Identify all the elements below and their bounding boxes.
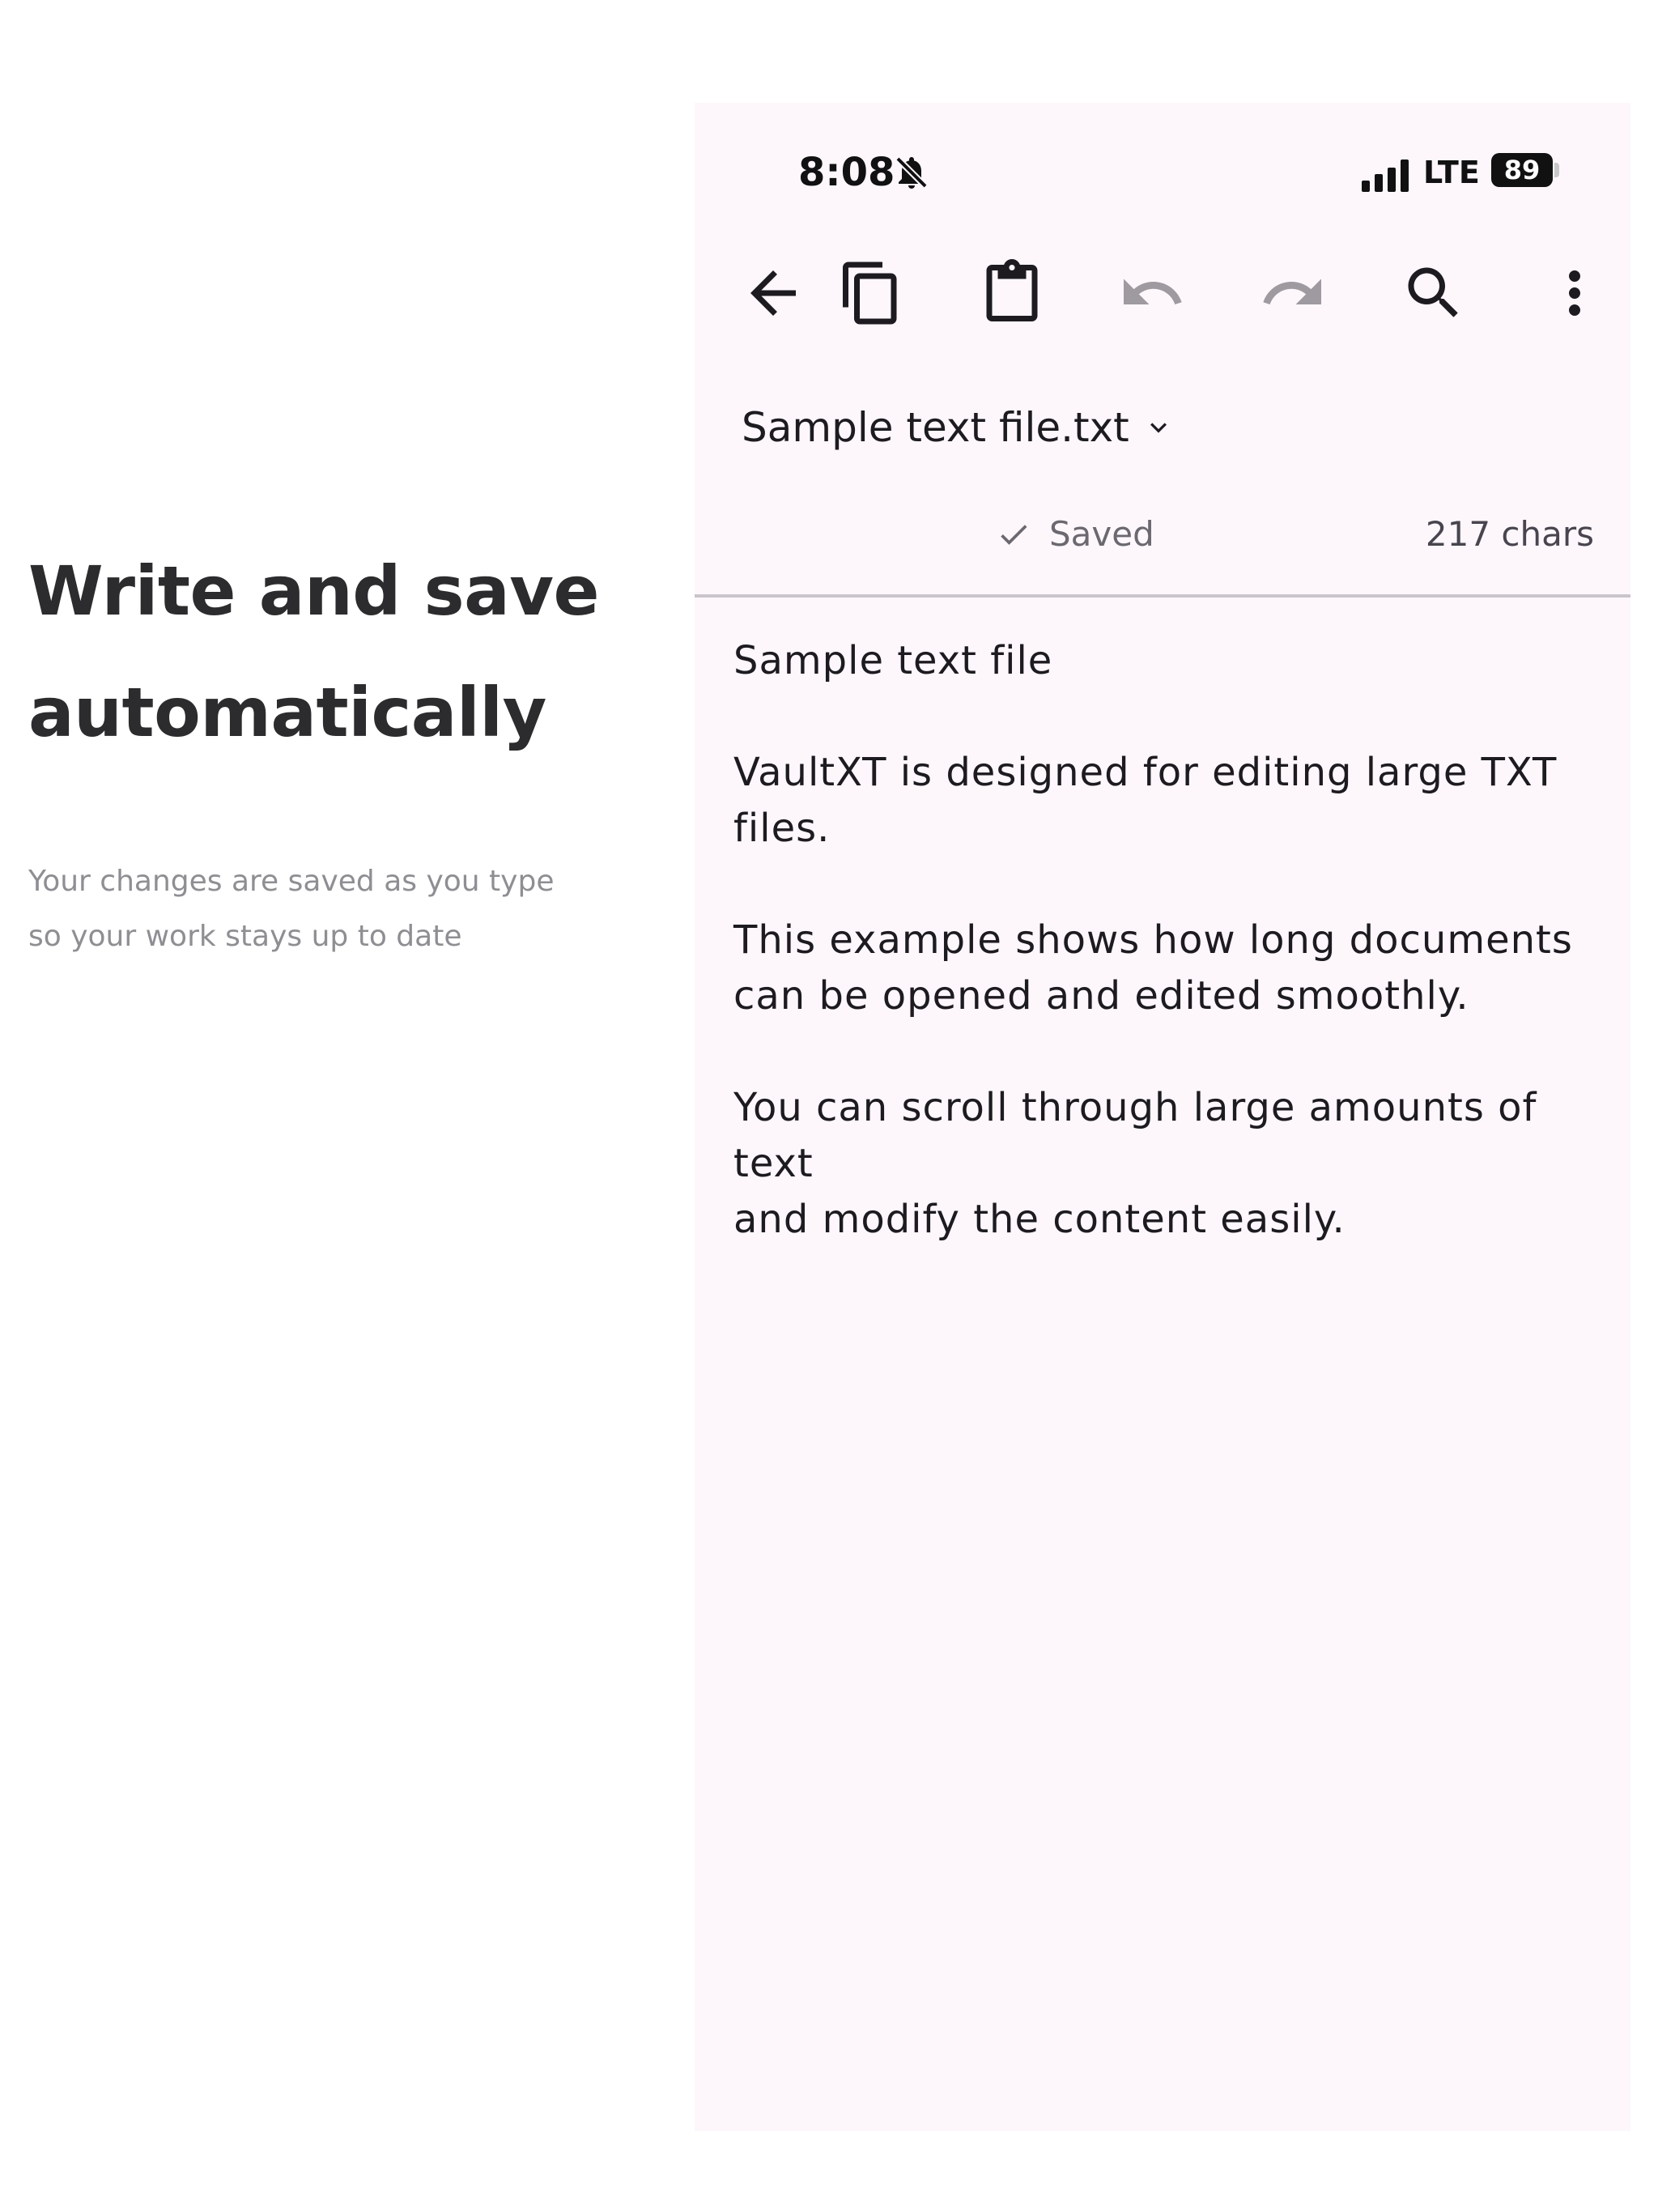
promo-panel: Write and save automatically Your change… xyxy=(28,530,644,964)
back-arrow-icon xyxy=(750,270,796,316)
status-time: 8:08 xyxy=(798,150,895,195)
save-status-label: Saved xyxy=(1049,514,1154,554)
file-name: Sample text file.txt xyxy=(742,404,1129,451)
undo-button[interactable] xyxy=(1099,240,1205,346)
battery-level: 89 xyxy=(1503,155,1541,185)
paste-button[interactable] xyxy=(959,240,1065,346)
text-editor[interactable]: Sample text file VaultXT is designed for… xyxy=(733,633,1600,1248)
copy-button[interactable] xyxy=(818,240,924,346)
toolbar xyxy=(695,240,1630,346)
char-count: 217 chars xyxy=(1425,514,1594,554)
battery-icon: 89 xyxy=(1491,153,1553,187)
promo-subtitle-line-2: so your work stays up to date xyxy=(28,920,462,953)
more-options-button[interactable] xyxy=(1522,240,1627,346)
copy-icon xyxy=(843,262,897,325)
network-type: LTE xyxy=(1423,155,1480,190)
promo-subtitle-line-1: Your changes are saved as you type xyxy=(28,865,555,898)
promo-title: Write and save automatically xyxy=(28,530,644,773)
back-button[interactable] xyxy=(721,240,826,346)
divider xyxy=(695,594,1630,598)
file-name-dropdown[interactable]: Sample text file.txt xyxy=(742,404,1175,451)
redo-icon xyxy=(1263,279,1321,304)
chevron-down-icon xyxy=(1150,423,1167,433)
cell-signal-icon xyxy=(1362,160,1409,192)
redo-button[interactable] xyxy=(1240,240,1346,346)
save-status: Saved xyxy=(996,514,1154,554)
more-vert-icon xyxy=(1569,270,1580,316)
status-bar: 8:08 LTE 89 xyxy=(695,103,1630,240)
promo-title-line-2: automatically xyxy=(28,673,546,752)
undo-icon xyxy=(1124,279,1182,304)
promo-title-line-1: Write and save xyxy=(28,551,600,631)
phone-screen: 8:08 LTE 89 Sample text file.txt Saved 2… xyxy=(695,103,1630,2131)
bell-off-icon xyxy=(895,156,928,189)
battery-nub xyxy=(1554,163,1559,177)
search-icon xyxy=(1408,267,1458,317)
search-button[interactable] xyxy=(1381,240,1486,346)
check-icon xyxy=(1001,524,1027,545)
promo-subtitle: Your changes are saved as you type so yo… xyxy=(28,854,644,964)
paste-icon xyxy=(986,259,1038,321)
